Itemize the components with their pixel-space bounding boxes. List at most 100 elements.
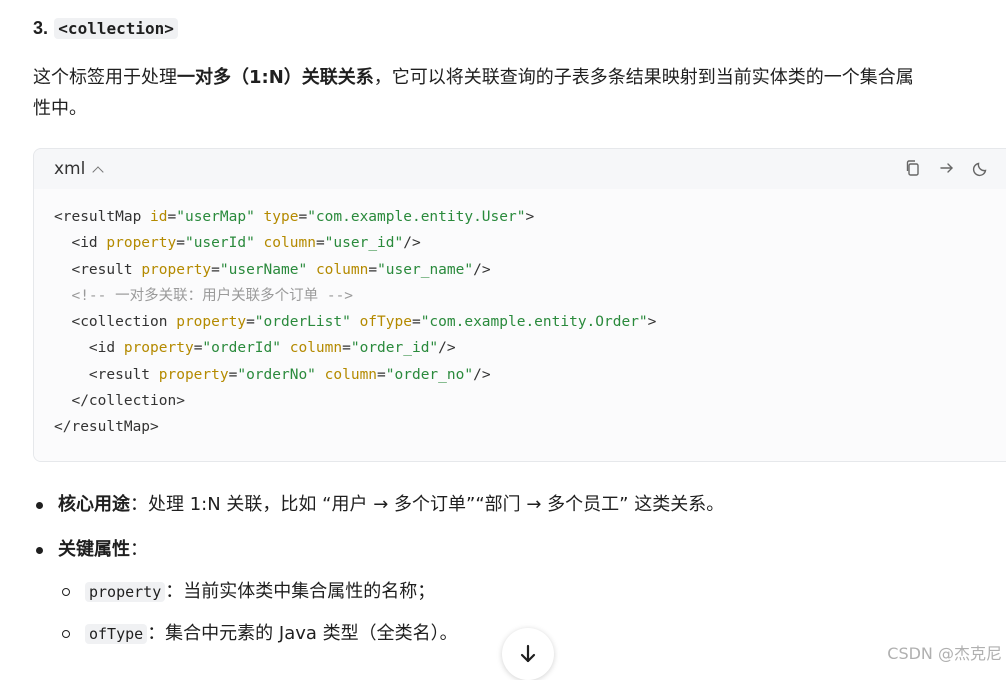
code-token-tag: <collection — [54, 314, 177, 331]
code-token-tag — [316, 367, 325, 383]
code-line: </resultMap> — [54, 414, 1006, 440]
bullet-core-use: 核心用途：处理 1:N 关联，比如 “用户 → 多个订单”“部门 → 多个员工”… — [33, 490, 724, 520]
para-before: 这个标签用于处理 — [33, 67, 177, 88]
code-token-attr: type — [263, 209, 299, 225]
code-line: <resultMap id="userMap" type="com.exampl… — [54, 204, 1006, 230]
code-token-attr: id — [150, 209, 168, 225]
code-block: xml <resultMap id="userMap" type="com.ex… — [33, 148, 1006, 462]
code-token-tag: /> — [473, 366, 491, 383]
para-line2: 性中。 — [33, 98, 87, 119]
code-token-str: "userId" — [184, 235, 255, 252]
code-token-tag: <result — [54, 366, 159, 383]
code-token-attr: column — [324, 366, 378, 383]
code-token-tag — [351, 314, 360, 330]
code-token-tag: /> — [438, 340, 456, 357]
oftype-code: ofType — [85, 624, 148, 644]
property-code: property — [85, 582, 166, 602]
code-line: <result property="userName" column="user… — [54, 257, 1006, 283]
code-token-tag: <id — [54, 340, 124, 357]
code-token-tag: /> — [403, 235, 421, 252]
code-token-attr: property — [123, 340, 194, 357]
arrow-down-icon — [520, 644, 536, 663]
copy-icon[interactable] — [904, 159, 922, 177]
heading-code: <collection> — [54, 18, 178, 39]
code-line: <collection property="orderList" ofType=… — [54, 309, 1006, 335]
code-token-attr: column — [315, 261, 369, 278]
code-token-tag: </collection> — [54, 393, 185, 410]
code-token-tag: = — [377, 366, 386, 383]
watermark: CSDN @杰克尼 — [887, 644, 1002, 663]
para-bold: 一对多（1:N）关联关系 — [177, 67, 374, 88]
code-token-attr: column — [289, 340, 343, 357]
code-token-str: "com.example.entity.Order" — [420, 314, 648, 331]
theme-icon[interactable] — [972, 159, 990, 177]
code-token-tag — [307, 262, 316, 278]
code-line: </collection> — [54, 388, 1006, 414]
sub-bullet-oftype: ofType ：集合中元素的 Java 类型（全类名）。 — [60, 619, 458, 649]
chevron-up-icon[interactable] — [92, 165, 105, 178]
code-token-str: "userMap" — [176, 209, 255, 225]
code-line: <result property="orderNo" column="order… — [54, 362, 1006, 388]
code-token-str: "com.example.entity.User" — [307, 209, 526, 225]
code-token-tag: <id — [54, 235, 107, 252]
code-token-tag — [281, 340, 290, 356]
scroll-down-button[interactable] — [502, 628, 554, 680]
code-token-tag: = — [167, 209, 177, 225]
code-token-tag — [255, 209, 264, 225]
code-token-attr: property — [141, 261, 212, 278]
code-token-attr: property — [158, 366, 229, 383]
code-token-tag — [255, 235, 264, 251]
code-token-tag: <result — [54, 261, 142, 278]
bullet-dot — [36, 547, 43, 554]
sub-bullet-property: property ：当前实体类中集合属性的名称； — [60, 577, 435, 607]
key-attrs-text: ： — [130, 539, 148, 560]
sub-bullet-dot — [62, 588, 70, 596]
core-use-label: 核心用途 — [58, 494, 130, 515]
code-header: xml — [34, 149, 1006, 189]
code-token-tag: = — [211, 261, 220, 278]
code-token-tag: = — [342, 340, 351, 357]
section-heading: 3. <collection> — [33, 15, 178, 42]
code-token-str: "orderNo" — [237, 366, 316, 383]
code-token-str: "orderId" — [202, 340, 281, 357]
code-token-attr: ofType — [359, 314, 412, 331]
core-use-text: ：处理 1:N 关联，比如 “用户 → 多个订单”“部门 → 多个员工” 这类关… — [130, 494, 725, 515]
code-token-tag: /> — [473, 261, 491, 278]
code-language-label: xml — [54, 159, 86, 179]
para-after: ，它可以将关联查询的子表多条结果映射到当前实体类的一个集合属 — [373, 67, 914, 88]
code-token-str: "user_id" — [324, 235, 404, 252]
code-token-attr: property — [106, 235, 177, 252]
code-line: <!-- 一对多关联：用户关联多个订单 --> — [54, 283, 1006, 309]
code-token-str: "user_name" — [377, 261, 474, 278]
code-token-tag: = — [298, 209, 308, 225]
code-token-tag: </resultMap> — [54, 419, 159, 436]
code-token-tag: = — [246, 314, 255, 331]
code-body: <resultMap id="userMap" type="com.exampl… — [34, 189, 1006, 461]
code-token-tag: = — [368, 261, 378, 278]
code-token-str: "orderList" — [254, 314, 351, 331]
oftype-text: ：集合中元素的 Java 类型（全类名）。 — [147, 623, 458, 644]
code-line: <id property="userId" column="user_id"/> — [54, 230, 1006, 256]
bullet-dot — [36, 502, 43, 509]
bullet-key-attrs: 关键属性： — [33, 535, 148, 565]
key-attrs-label: 关键属性 — [58, 539, 130, 560]
code-token-str: "userName" — [219, 261, 308, 278]
heading-number: 3. — [33, 18, 49, 38]
code-token-comment: <!-- 一对多关联：用户关联多个订单 --> — [54, 287, 354, 304]
code-token-tag: = — [176, 235, 185, 252]
code-token-tag: > — [647, 314, 657, 331]
description-paragraph: 这个标签用于处理一对多（1:N）关联关系，它可以将关联查询的子表多条结果映射到当… — [33, 62, 1006, 124]
sub-bullet-dot — [62, 630, 70, 638]
code-token-tag: = — [411, 314, 421, 331]
code-token-tag: > — [525, 209, 535, 225]
property-text: ：当前实体类中集合属性的名称； — [165, 581, 436, 602]
code-token-tag: = — [315, 235, 325, 252]
wrap-icon[interactable] — [938, 159, 956, 177]
code-token-str: "order_id" — [350, 340, 439, 357]
code-toolbar — [904, 159, 1006, 177]
code-token-attr: property — [176, 314, 247, 331]
code-line: <id property="orderId" column="order_id"… — [54, 335, 1006, 361]
code-token-tag: <resultMap — [54, 209, 151, 225]
code-token-str: "order_no" — [385, 366, 474, 383]
code-token-attr: column — [263, 235, 316, 252]
